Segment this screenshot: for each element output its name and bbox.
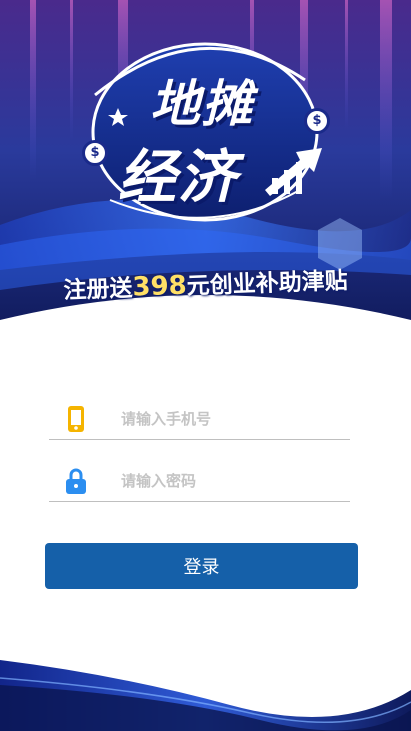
banner-title-line2: 经济 [118, 143, 239, 211]
lock-icon [65, 468, 87, 494]
promo-prefix: 注册送 [63, 275, 133, 304]
promo-banner: 地摊 经济 $ $ 注册送398元创业补助津贴 [0, 0, 411, 335]
coin-icon-left: $ [82, 140, 108, 166]
promo-amount: 398 [131, 270, 188, 303]
phone-input[interactable] [121, 402, 341, 436]
footer-wave-artwork [0, 660, 411, 731]
password-input[interactable] [121, 464, 341, 498]
login-button[interactable]: 登录 [45, 543, 358, 589]
password-field [49, 450, 350, 502]
promo-suffix: 元创业补助津贴 [186, 268, 349, 300]
phone-icon [65, 406, 87, 432]
coin-icon-right: $ [304, 108, 330, 134]
banner-title-line1: 地摊 [150, 75, 254, 133]
phone-field [49, 388, 350, 440]
footer-wave [0, 650, 411, 731]
